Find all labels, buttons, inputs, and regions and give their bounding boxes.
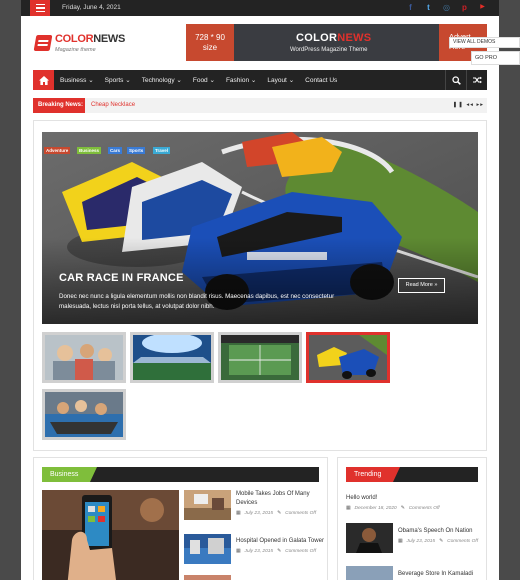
featured-slider-section: Adventure Business Cars Sports Travel CA… bbox=[33, 120, 487, 451]
featured-slide[interactable]: Adventure Business Cars Sports Travel CA… bbox=[42, 132, 478, 324]
category-badge[interactable]: Travel bbox=[153, 147, 171, 154]
business-section: Business Mobile Takes Jobs Of Many Devic… bbox=[33, 457, 328, 580]
post-comments[interactable]: Comments Off bbox=[447, 539, 478, 544]
trending-section-title[interactable]: Trending bbox=[346, 467, 400, 482]
view-all-demos-button[interactable]: VIEW ALL DEMOS bbox=[449, 37, 520, 48]
facebook-icon[interactable]: f bbox=[406, 2, 415, 13]
breaking-news-link[interactable]: Cheap Necklace bbox=[91, 98, 135, 113]
business-section-title[interactable]: Business bbox=[42, 467, 97, 482]
category-badge[interactable]: Sports bbox=[127, 147, 146, 154]
header-ad-banner[interactable]: 728 * 90 size COLORNEWS WordPress Magazin… bbox=[186, 24, 487, 61]
post-title[interactable]: Hospital Opened in Galata Tower bbox=[236, 537, 324, 546]
ad-size-label: 728 * 90 size bbox=[186, 24, 234, 61]
list-item: Beverage Store In Kamaladi bbox=[346, 566, 482, 580]
menu-toggle-button[interactable] bbox=[30, 0, 50, 16]
trending-section: Trending Hello world! ▦ December 18, 2020… bbox=[337, 457, 487, 580]
list-item: Obama's Speech On Nation ▦ July 23, 2015 ✎… bbox=[346, 523, 482, 553]
post-comments[interactable]: Comments Off bbox=[409, 506, 440, 511]
current-date: Friday, June 4, 2021 bbox=[62, 4, 121, 11]
calendar-icon: ▦ bbox=[236, 549, 241, 554]
nav-item-food[interactable]: Food ⌄ bbox=[193, 76, 215, 84]
calendar-icon: ▦ bbox=[236, 511, 241, 516]
calendar-icon: ▦ bbox=[346, 506, 351, 511]
chevron-down-icon: ⌄ bbox=[288, 77, 295, 84]
comment-icon: ✎ bbox=[439, 539, 444, 544]
post-comments[interactable]: Comments Off bbox=[285, 511, 316, 516]
main-navigation: Business ⌄ Sports ⌄ Technology ⌄ Food ⌄ … bbox=[33, 70, 487, 90]
chevron-down-icon: ⌄ bbox=[176, 77, 182, 84]
post-title[interactable]: Hello world! bbox=[346, 494, 482, 503]
slider-thumbnail[interactable] bbox=[130, 332, 214, 383]
chevron-down-icon: ⌄ bbox=[125, 77, 131, 84]
slider-thumbnail[interactable] bbox=[218, 332, 302, 383]
business-main-image[interactable] bbox=[42, 490, 179, 580]
home-icon[interactable] bbox=[33, 70, 54, 90]
nav-item-business[interactable]: Business ⌄ bbox=[60, 76, 94, 84]
comment-icon: ✎ bbox=[277, 511, 282, 516]
read-more-button[interactable]: Read More » bbox=[398, 278, 445, 293]
logo-icon bbox=[33, 35, 53, 51]
post-title[interactable]: Obama's Speech On Nation bbox=[398, 527, 482, 536]
breaking-news-label: Breaking News: bbox=[33, 98, 85, 113]
list-item: Hospital Opened in Galata Tower ▦ July 23… bbox=[184, 534, 324, 566]
slider-thumbnail[interactable] bbox=[42, 332, 126, 383]
page-container: Friday, June 4, 2021 f t ◎ p ▶ COLORNEWS… bbox=[21, 0, 499, 580]
post-date[interactable]: July 23, 2015 bbox=[245, 511, 274, 516]
featured-post-title[interactable]: CAR RACE IN FRANCE bbox=[59, 272, 184, 284]
post-comments[interactable]: Comments Off bbox=[285, 549, 316, 554]
post-title[interactable]: Beverage Store In Kamaladi bbox=[398, 570, 482, 579]
site-name: COLORNEWS bbox=[55, 33, 126, 45]
category-badge[interactable]: Business bbox=[77, 147, 102, 154]
ticker-controls[interactable]: ❚❚ ◂◂ ▸▸ bbox=[453, 98, 484, 113]
chevron-down-icon: ⌄ bbox=[250, 77, 257, 84]
nav-item-sports[interactable]: Sports ⌄ bbox=[105, 76, 131, 84]
calendar-icon: ▦ bbox=[398, 539, 403, 544]
pinterest-icon[interactable]: p bbox=[460, 2, 469, 13]
featured-post-excerpt: Donec nec nunc a ligula elementum mollis… bbox=[59, 293, 335, 310]
nav-item-fashion[interactable]: Fashion ⌄ bbox=[226, 76, 256, 84]
random-post-icon[interactable] bbox=[466, 70, 487, 90]
go-pro-button[interactable]: GO PRO bbox=[471, 51, 520, 65]
list-item: Hello world! ▦ December 18, 2020 ✎ Comments… bbox=[346, 494, 482, 511]
search-icon[interactable] bbox=[445, 70, 466, 90]
post-thumbnail[interactable] bbox=[184, 534, 231, 564]
post-title[interactable]: Mobile Takes Jobs Of Many Devices bbox=[236, 490, 324, 508]
slider-thumbnail[interactable] bbox=[42, 389, 126, 440]
nav-item-contact-us[interactable]: Contact Us bbox=[305, 77, 337, 84]
nav-item-technology[interactable]: Technology ⌄ bbox=[142, 76, 182, 84]
ad-subtitle: WordPress Magazine Theme bbox=[290, 47, 368, 53]
twitter-icon[interactable]: t bbox=[424, 2, 433, 13]
chevron-down-icon: ⌄ bbox=[209, 77, 215, 84]
instagram-icon[interactable]: ◎ bbox=[442, 2, 451, 13]
nav-item-layout[interactable]: Layout ⌄ bbox=[267, 76, 294, 84]
post-thumbnail[interactable] bbox=[184, 575, 231, 580]
list-item: Mobile Takes Jobs Of Many Devices ▦ July … bbox=[184, 490, 324, 522]
slider-thumbnail-active[interactable] bbox=[306, 332, 390, 383]
post-thumbnail[interactable] bbox=[346, 523, 393, 553]
social-links: f t ◎ p ▶ bbox=[406, 2, 487, 13]
post-date[interactable]: July 23, 2015 bbox=[245, 549, 274, 554]
chevron-down-icon: ⌄ bbox=[88, 77, 94, 84]
comment-icon: ✎ bbox=[400, 506, 405, 511]
post-thumbnail[interactable] bbox=[184, 490, 231, 520]
business-section-header: Business bbox=[42, 467, 319, 482]
site-tagline: Magazine theme bbox=[55, 47, 96, 53]
post-thumbnail[interactable] bbox=[346, 566, 393, 580]
post-date[interactable]: December 18, 2020 bbox=[355, 506, 397, 511]
top-bar: Friday, June 4, 2021 f t ◎ p ▶ bbox=[21, 0, 499, 16]
trending-section-header: Trending bbox=[346, 467, 478, 482]
category-badge[interactable]: Adventure bbox=[44, 147, 71, 154]
post-date[interactable]: July 23, 2015 bbox=[407, 539, 436, 544]
site-logo[interactable]: COLORNEWS Magazine theme bbox=[33, 33, 126, 53]
breaking-news-bar: Breaking News: Cheap Necklace ❚❚ ◂◂ ▸▸ bbox=[33, 98, 487, 113]
comment-icon: ✎ bbox=[277, 549, 282, 554]
ad-brand: COLORNEWS bbox=[296, 32, 372, 44]
category-badge[interactable]: Cars bbox=[108, 147, 123, 154]
youtube-icon[interactable]: ▶ bbox=[478, 2, 487, 13]
